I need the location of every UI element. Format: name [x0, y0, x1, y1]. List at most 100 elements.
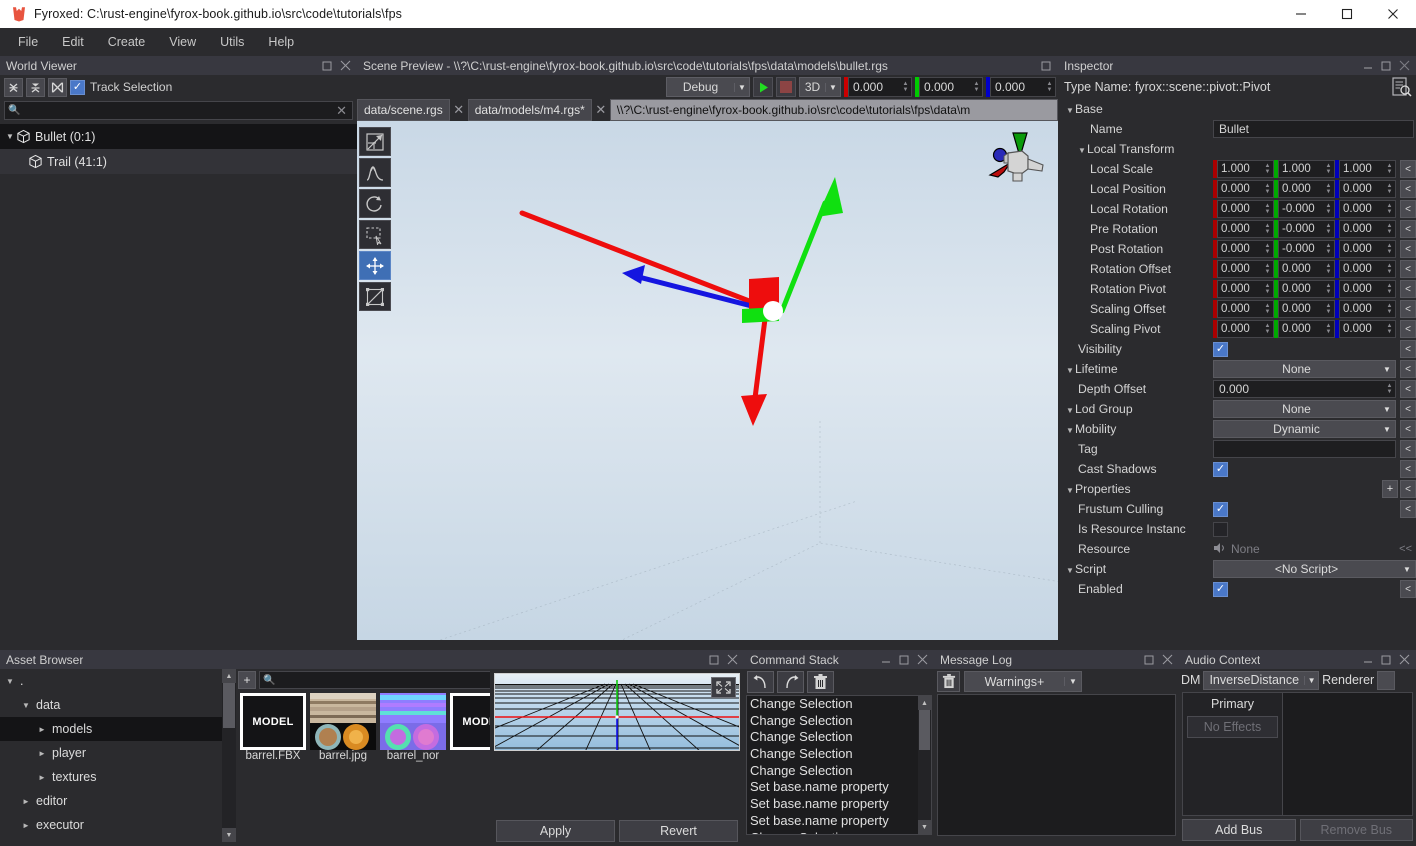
search-input[interactable]	[20, 104, 335, 117]
x-field[interactable]: 0.000 ▲ ▼	[1217, 200, 1274, 218]
y-field[interactable]: 0.000 ▲ ▼	[1278, 260, 1335, 278]
asset-folder-editor[interactable]: ► editor	[0, 789, 236, 813]
minimize-icon[interactable]	[1360, 652, 1376, 668]
maximize-icon[interactable]	[896, 652, 912, 668]
add-property-button[interactable]: +	[1382, 480, 1398, 498]
spinner-icon[interactable]: ▲ ▼	[1262, 320, 1273, 338]
scroll-up-icon[interactable]: ▲	[222, 669, 236, 683]
spinner-icon[interactable]: ▲ ▼	[1262, 220, 1273, 238]
visibility-checkbox[interactable]: ✓	[1213, 341, 1228, 357]
command-stack-item[interactable]: Change Selection	[747, 746, 931, 763]
revert-button[interactable]: <	[1400, 220, 1416, 238]
chevron-down-icon[interactable]: ▼	[1066, 366, 1075, 375]
spinner-icon[interactable]: ▲ ▼	[1384, 180, 1395, 198]
chevron-down-icon[interactable]: ▼	[4, 677, 16, 686]
y-field[interactable]: 0.000 ▲ ▼	[1278, 320, 1335, 338]
revert-button[interactable]: <	[1400, 340, 1416, 358]
chevron-down-icon[interactable]: ▼	[1066, 566, 1075, 575]
snap-y-field[interactable]: 0.000 ▲ ▼	[919, 77, 983, 97]
move-gizmo[interactable]	[357, 121, 1058, 640]
spinner-icon[interactable]: ▲ ▼	[1262, 180, 1273, 198]
resource-value-area[interactable]: None <<	[1213, 542, 1416, 557]
inspector-group-properties[interactable]: ▼Properties + <	[1058, 479, 1416, 499]
inspector-group-local-transform[interactable]: ▼Local Transform	[1058, 139, 1416, 159]
depth-offset-field[interactable]: 0.000 ▲ ▼	[1213, 380, 1396, 398]
snap-z-field[interactable]: 0.000 ▲ ▼	[990, 77, 1056, 97]
asset-folder-data[interactable]: ▼ data	[0, 693, 236, 717]
z-field[interactable]: 0.000 ▲ ▼	[1339, 320, 1396, 338]
spinner-icon[interactable]: ▲ ▼	[1044, 78, 1055, 96]
revert-button[interactable]: <	[1400, 400, 1416, 418]
audio-bus-primary[interactable]: Primary No Effects	[1183, 693, 1283, 815]
redo-arrow-icon[interactable]	[777, 671, 804, 693]
spinner-icon[interactable]: ▲ ▼	[1262, 200, 1273, 218]
resource-nav-button[interactable]: <<	[1399, 543, 1416, 555]
z-field[interactable]: 0.000 ▲ ▼	[1339, 240, 1396, 258]
marquee-select-tool[interactable]	[359, 220, 391, 249]
revert-button[interactable]: <	[1400, 480, 1416, 498]
command-stack-item[interactable]: Set base.name property	[747, 796, 931, 813]
spinner-icon[interactable]: ▲ ▼	[1384, 220, 1395, 238]
play-button[interactable]	[753, 77, 773, 97]
spinner-icon[interactable]: ▲ ▼	[1323, 260, 1334, 278]
close-button[interactable]	[1370, 0, 1416, 28]
close-icon[interactable]	[1396, 58, 1412, 74]
stop-button[interactable]	[776, 77, 796, 97]
command-stack-item[interactable]: Change Selection	[747, 696, 931, 713]
frustum-culling-checkbox[interactable]: ✓	[1213, 501, 1228, 517]
revert-button[interactable]: <	[1400, 260, 1416, 278]
spinner-icon[interactable]: ▲ ▼	[1384, 280, 1395, 298]
spinner-icon[interactable]: ▲ ▼	[971, 78, 982, 96]
maximize-icon[interactable]	[1378, 652, 1394, 668]
menu-file[interactable]: File	[6, 31, 50, 53]
snap-x-field[interactable]: 0.000 ▲ ▼	[848, 77, 912, 97]
asset-thumbnail[interactable]: MODEL	[240, 693, 306, 750]
y-field[interactable]: 0.000 ▲ ▼	[1278, 280, 1335, 298]
rotate-tool[interactable]	[359, 189, 391, 218]
spinner-icon[interactable]: ▲ ▼	[1323, 180, 1334, 198]
chevron-right-icon[interactable]: ►	[36, 773, 48, 782]
spinner-icon[interactable]: ▲ ▼	[1384, 300, 1395, 318]
x-field[interactable]: 0.000 ▲ ▼	[1217, 180, 1274, 198]
script-dropdown[interactable]: <No Script> ▼	[1213, 560, 1416, 578]
minimize-icon[interactable]	[1360, 58, 1376, 74]
chevron-down-icon[interactable]: ▼	[1066, 486, 1075, 495]
revert-button[interactable]: <	[1400, 440, 1416, 458]
command-stack-item[interactable]: Change Selection	[747, 713, 931, 730]
cast-shadows-checkbox[interactable]: ✓	[1213, 461, 1228, 477]
chevron-right-icon[interactable]: ►	[20, 821, 32, 830]
asset-folder-executor[interactable]: ► executor	[0, 813, 236, 837]
undo-arrow-icon[interactable]	[747, 671, 774, 693]
trash-icon[interactable]	[937, 671, 960, 692]
enabled-checkbox[interactable]: ✓	[1213, 581, 1228, 597]
command-stack-list[interactable]: Change Selection Change Selection Change S…	[746, 695, 932, 835]
remove-bus-button[interactable]: Remove Bus	[1299, 819, 1413, 841]
command-stack-item[interactable]: Change Selection	[747, 729, 931, 746]
menu-utils[interactable]: Utils	[208, 31, 256, 53]
chevron-down-icon[interactable]: ▼	[20, 701, 32, 710]
spinner-icon[interactable]: ▲ ▼	[900, 78, 911, 96]
menu-edit[interactable]: Edit	[50, 31, 96, 53]
distance-model-dropdown[interactable]: InverseDistance ▼	[1203, 670, 1320, 690]
asset-thumbnail[interactable]	[380, 693, 446, 750]
tab-data-models-m4-rgs[interactable]: data/models/m4.rgs*	[467, 99, 592, 121]
clear-search-icon[interactable]: ✕	[334, 103, 349, 119]
scroll-up-icon[interactable]: ▲	[918, 696, 931, 710]
minimize-button[interactable]	[1278, 0, 1324, 28]
move-tool[interactable]	[359, 251, 391, 280]
revert-button[interactable]: <	[1400, 380, 1416, 398]
z-field[interactable]: 0.000 ▲ ▼	[1339, 300, 1396, 318]
asset-item[interactable]: MODEL barrel.FBX	[240, 693, 306, 762]
chevron-right-icon[interactable]: ►	[36, 749, 48, 758]
inspector-group-base[interactable]: ▼Base	[1058, 99, 1416, 119]
chevron-down-icon[interactable]: ▼	[1066, 406, 1075, 415]
select-tool[interactable]	[359, 127, 391, 156]
spinner-icon[interactable]: ▲ ▼	[1384, 260, 1395, 278]
asset-item[interactable]: barrel_nor	[380, 693, 446, 762]
spinner-icon[interactable]: ▲ ▼	[1384, 380, 1395, 398]
spinner-icon[interactable]: ▲ ▼	[1323, 300, 1334, 318]
revert-button[interactable]: <	[1400, 420, 1416, 438]
chevron-down-icon[interactable]: ▼	[4, 132, 16, 141]
y-field[interactable]: 0.000 ▲ ▼	[1278, 300, 1335, 318]
maximize-icon[interactable]	[1378, 58, 1394, 74]
